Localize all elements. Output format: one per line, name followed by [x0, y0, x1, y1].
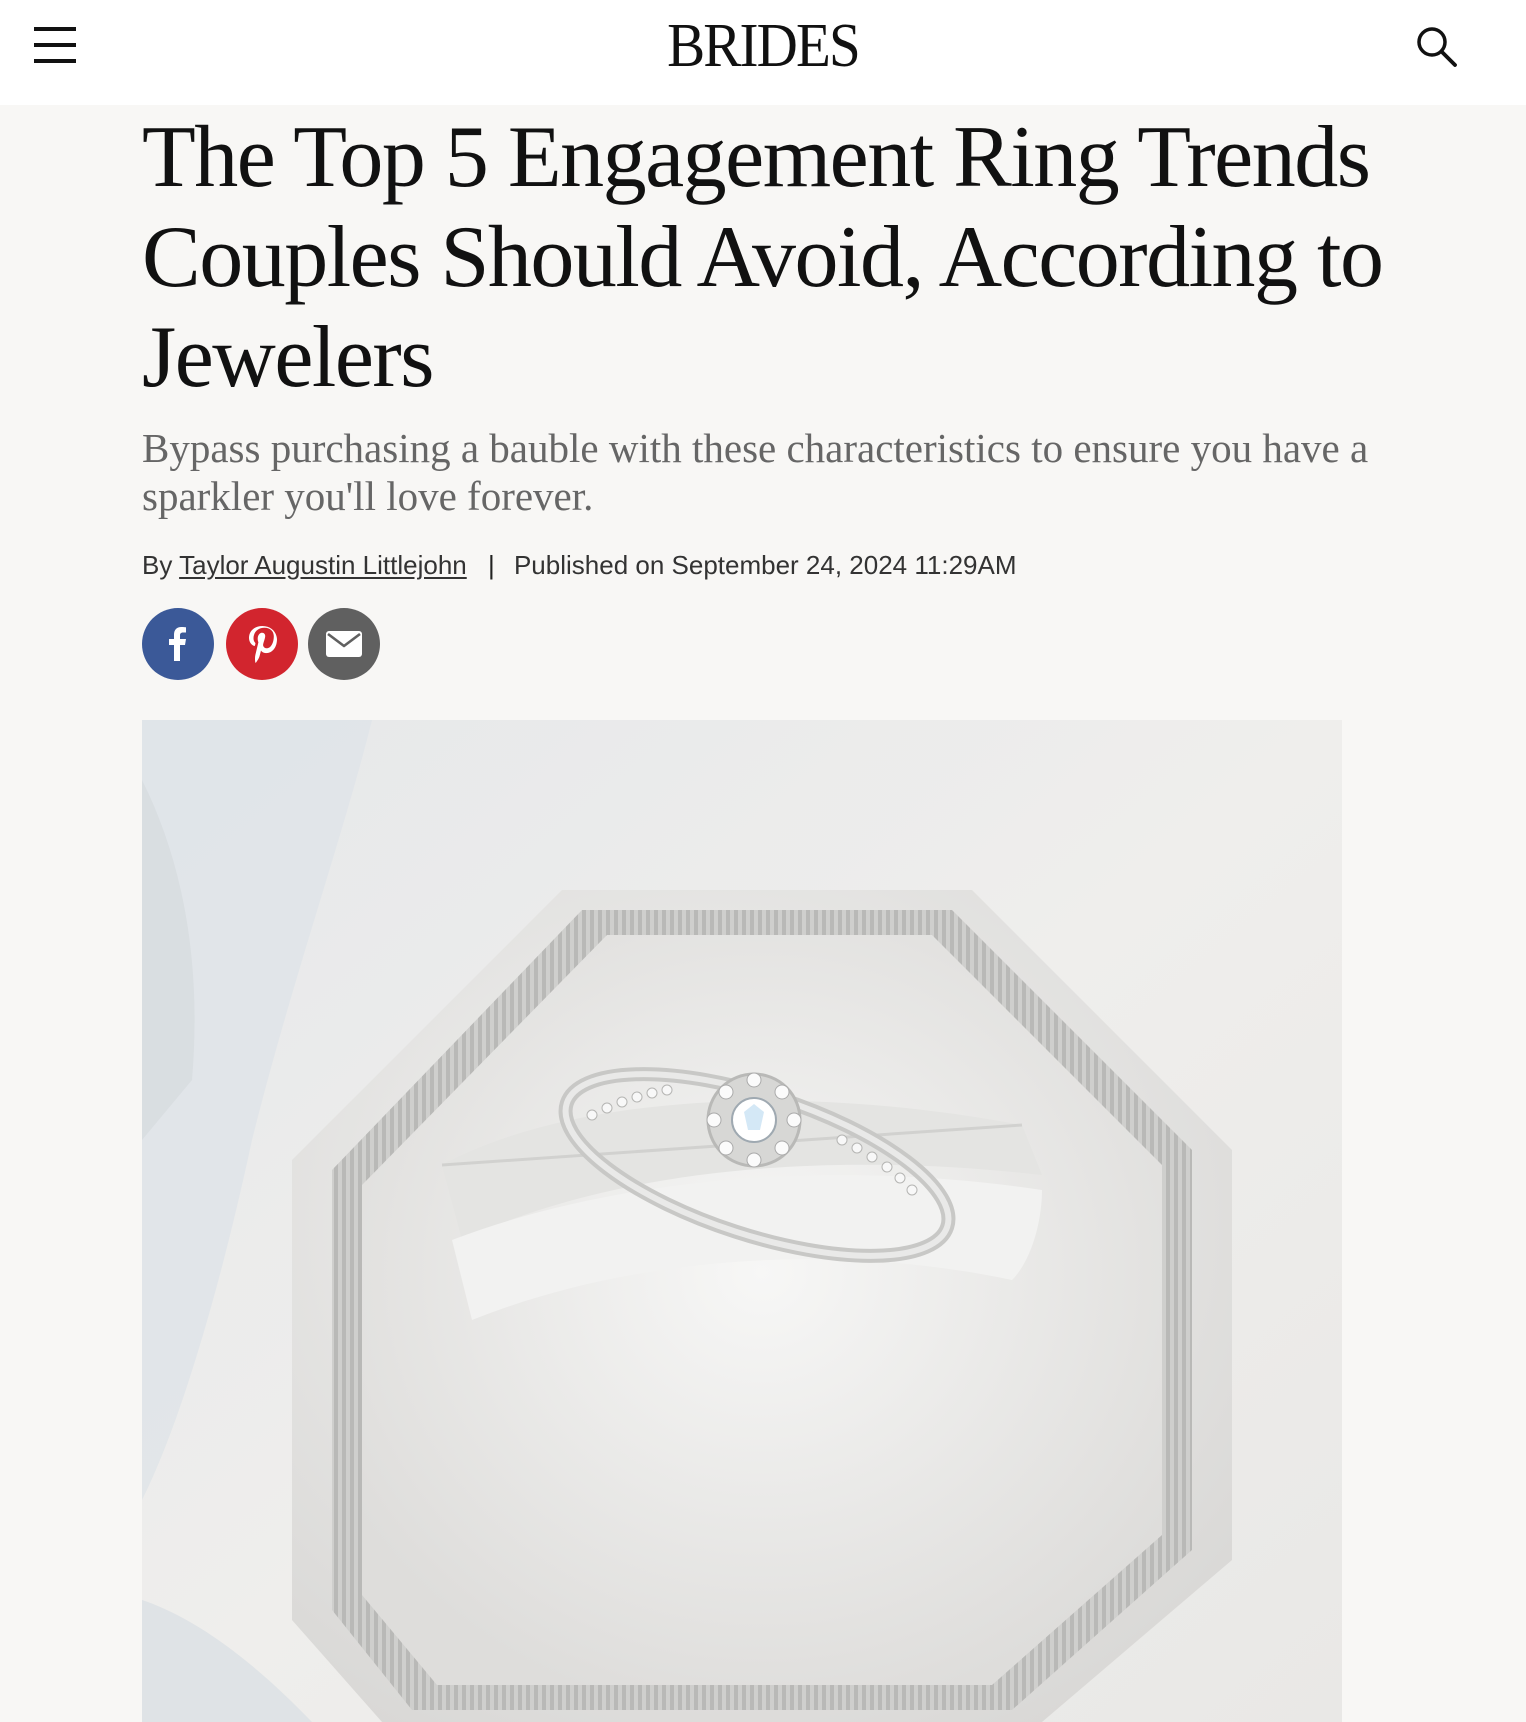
author-link[interactable]: Taylor Augustin Littlejohn: [179, 550, 467, 580]
top-navigation-bar: BRIDES: [0, 0, 1526, 105]
ring-box-illustration: [142, 720, 1342, 1722]
article-headline: The Top 5 Engagement Ring Trends Couples…: [142, 109, 1384, 406]
publish-date: Published on September 24, 2024 11:29AM: [513, 550, 1017, 580]
byline-separator: |: [487, 550, 495, 580]
article-subtitle: Bypass purchasing a bauble with these ch…: [142, 425, 1369, 519]
hero-image-engagement-ring: [142, 720, 1342, 1722]
brides-logo[interactable]: BRIDES: [61, 10, 1465, 82]
facebook-icon: [169, 627, 186, 661]
byline: By Taylor Augustin Littlejohn | Publishe…: [142, 548, 1017, 582]
byline-prefix: By: [142, 550, 173, 580]
pinterest-icon: [249, 626, 277, 663]
pinterest-share-button[interactable]: [226, 608, 298, 680]
email-share-button[interactable]: [308, 608, 380, 680]
facebook-share-button[interactable]: [142, 608, 214, 680]
search-icon[interactable]: [1414, 24, 1460, 70]
email-icon: [326, 631, 362, 657]
